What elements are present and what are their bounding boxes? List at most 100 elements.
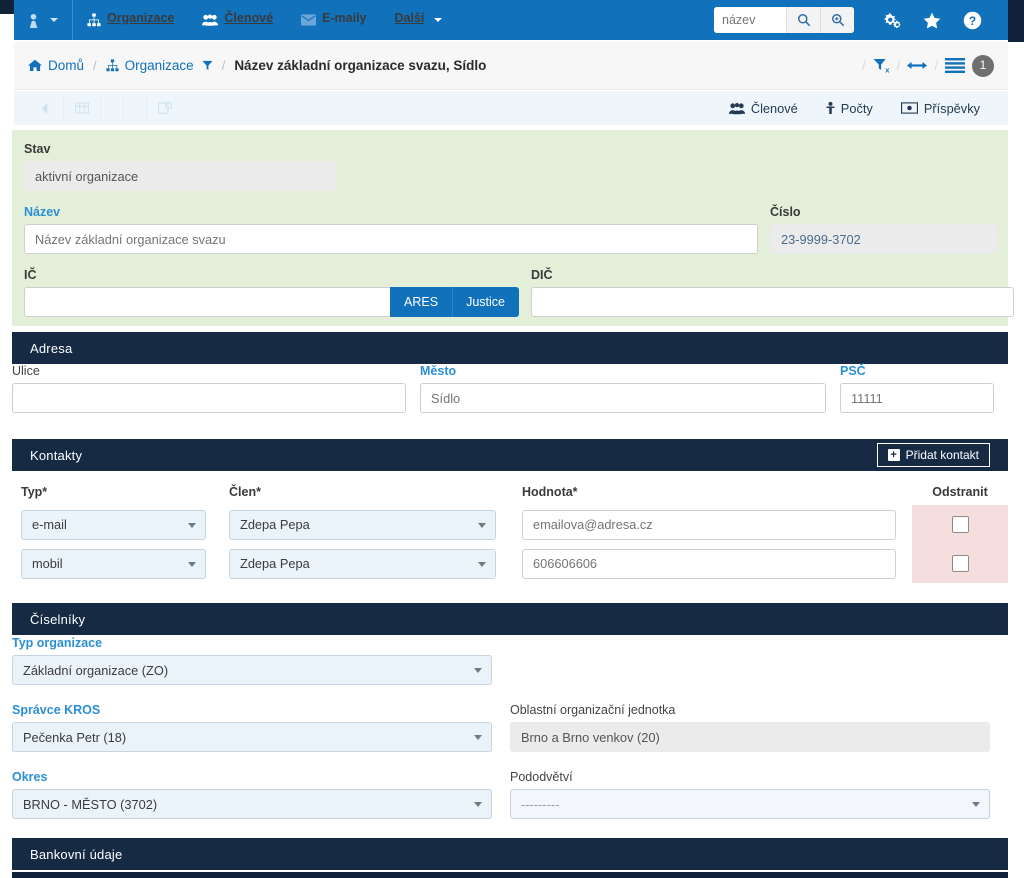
contact-delete-cell-0 xyxy=(912,505,1008,544)
contact-delete-checkbox-1[interactable] xyxy=(951,555,969,572)
list-lines-icon[interactable] xyxy=(945,58,965,73)
action-clenove[interactable]: Členové xyxy=(715,101,812,116)
contact-clen-select-1[interactable]: Zdepa Pepa xyxy=(229,548,496,579)
table-row: e-mail Zdepa Pepa xyxy=(12,505,1008,544)
tool-sep-2: / xyxy=(896,58,901,73)
col-header-typ: Typ* xyxy=(21,485,48,499)
nav-items: Organizace Členové E-maily Další xyxy=(73,0,456,40)
typ-organizace-select[interactable]: Základní organizace (ZO) xyxy=(12,655,492,685)
nav-item-emaily[interactable]: E-maily xyxy=(287,0,380,40)
settings-button[interactable] xyxy=(872,0,912,40)
contact-typ-select-0[interactable]: e-mail xyxy=(21,509,206,540)
section-header-bankovni-udaje: Bankovní údaje xyxy=(12,838,1008,870)
psc-label: PSČ xyxy=(840,364,866,378)
nav-item-clenove[interactable]: Členové xyxy=(188,0,287,40)
filter-remove-icon[interactable]: x xyxy=(873,58,890,73)
okres-group: Okres BRNO - MĚSTO (3702) xyxy=(12,770,510,819)
contact-hodnota-input-1[interactable] xyxy=(522,548,896,579)
col-header-clen: Člen* xyxy=(229,485,261,499)
spravce-kros-select[interactable]: Pečenka Petr (18) xyxy=(12,722,492,752)
breadcrumb-current: Název základní organizace svazu, Sídlo xyxy=(234,58,486,73)
breadcrumb-home-label: Domů xyxy=(48,58,85,73)
dic-input[interactable] xyxy=(531,287,1014,317)
ciselniky-fields: Typ organizace Základní organizace (ZO) … xyxy=(12,636,1008,829)
user-menu-caret-icon xyxy=(50,18,58,22)
toolbar-blank-button-2[interactable] xyxy=(124,96,147,120)
tool-sep-1: / xyxy=(862,58,866,73)
contact-typ-select-1[interactable]: mobil xyxy=(21,548,206,579)
ic-input[interactable] xyxy=(24,287,391,317)
contact-hodnota-input-0[interactable] xyxy=(522,509,896,540)
help-button[interactable]: ? xyxy=(952,0,992,40)
action-toolbar: Členové Počty Příspěvky xyxy=(14,91,1008,125)
section-header-ciselniky: Číselníky xyxy=(12,603,1008,635)
pododvetvi-select[interactable]: --------- xyxy=(510,789,990,819)
dic-label: DIČ xyxy=(531,268,553,282)
navbar-right: ? xyxy=(714,0,1008,40)
action-pocty[interactable]: Počty xyxy=(812,101,887,116)
toolbar-blank-button-1[interactable] xyxy=(101,96,124,120)
favorites-button[interactable] xyxy=(912,0,952,40)
add-contact-button[interactable]: + Přidat kontakt xyxy=(876,443,990,467)
nav-item-dalsi[interactable]: Další xyxy=(381,0,457,40)
search-input[interactable] xyxy=(714,7,786,33)
breadcrumb-organizace[interactable]: Organizace xyxy=(106,58,213,73)
ic-group: IČ ARES Justice xyxy=(24,268,531,317)
action-prispevky[interactable]: Příspěvky xyxy=(887,101,994,116)
breadcrumb-tools: / x / / 1 xyxy=(855,54,994,77)
justice-button[interactable]: Justice xyxy=(452,287,519,317)
envelope-icon xyxy=(301,14,317,26)
cogs-icon xyxy=(883,12,902,29)
search-doc-icon xyxy=(158,101,173,115)
toolbar-table-button[interactable] xyxy=(64,96,101,120)
advanced-search-button[interactable] xyxy=(820,7,854,33)
contact-clen-select-0[interactable]: Zdepa Pepa xyxy=(229,509,496,540)
okres-pododvetvi-row: Okres BRNO - MĚSTO (3702) Pododvětví ---… xyxy=(12,770,1008,819)
breadcrumb-bar: Domů / Organizace / Název základní organ… xyxy=(14,42,1008,90)
nav-item-clenove-label: Členové xyxy=(224,10,274,25)
typ-organizace-row: Typ organizace Základní organizace (ZO) xyxy=(12,636,1008,685)
ic-dic-row: IČ ARES Justice DIČ xyxy=(24,268,1014,317)
breadcrumb-separator: / xyxy=(93,58,97,73)
contacts-table-header: Typ* Člen* Hodnota* Odstranit xyxy=(12,471,1008,505)
arrows-horizontal-icon[interactable] xyxy=(907,59,928,72)
section-title-adresa: Adresa xyxy=(30,340,73,356)
app-root: Organizace Členové E-maily Další název ?… xyxy=(0,0,1024,878)
user-menu-button[interactable] xyxy=(14,0,73,40)
contact-clen-cell-0: Zdepa Pepa xyxy=(222,509,512,540)
section-title-bankovni-udaje: Bankovní údaje xyxy=(30,846,123,862)
home-icon xyxy=(28,59,42,72)
pododvetvi-group: Pododvětví --------- xyxy=(510,770,1008,819)
search-button[interactable] xyxy=(786,7,820,33)
question-circle-icon: ? xyxy=(963,11,982,30)
contact-hodnota-cell-1 xyxy=(512,548,912,579)
toolbar-back-button[interactable] xyxy=(28,96,64,120)
toolbar-search-doc-button[interactable] xyxy=(147,96,184,120)
add-contact-label: Přidat kontakt xyxy=(905,448,979,462)
contact-clen-cell-1: Zdepa Pepa xyxy=(222,548,512,579)
action-toolbar-left xyxy=(28,96,184,120)
nazev-cislo-row: Název Číslo 23-9999-3702 xyxy=(24,205,998,254)
bottom-strip xyxy=(12,872,1008,878)
psc-input[interactable] xyxy=(840,383,994,413)
contact-typ-cell-0: e-mail xyxy=(12,509,222,540)
tool-sep-3: / xyxy=(934,58,938,73)
star-icon xyxy=(923,12,941,29)
contact-delete-checkbox-0[interactable] xyxy=(951,516,969,533)
svg-text:x: x xyxy=(885,66,890,73)
main-navbar: Organizace Členové E-maily Další název ? xyxy=(14,0,1008,40)
oblastni-jednotka-value: Brno a Brno venkov (20) xyxy=(510,722,990,752)
nav-item-dalsi-label: Další xyxy=(394,10,425,25)
nav-item-organizace[interactable]: Organizace xyxy=(73,0,188,40)
ulice-input[interactable] xyxy=(12,383,406,413)
pododvetvi-label: Pododvětví xyxy=(510,770,573,784)
nazev-input[interactable] xyxy=(24,224,758,254)
breadcrumb-separator-2: / xyxy=(221,58,226,73)
contact-delete-cell-1 xyxy=(912,544,1008,583)
dic-group: DIČ xyxy=(531,268,1014,317)
nazev-group: Název xyxy=(24,205,770,254)
ares-button[interactable]: ARES xyxy=(390,287,453,317)
okres-select[interactable]: BRNO - MĚSTO (3702) xyxy=(12,789,492,819)
breadcrumb-home[interactable]: Domů xyxy=(28,58,84,73)
mesto-input[interactable] xyxy=(420,383,826,413)
